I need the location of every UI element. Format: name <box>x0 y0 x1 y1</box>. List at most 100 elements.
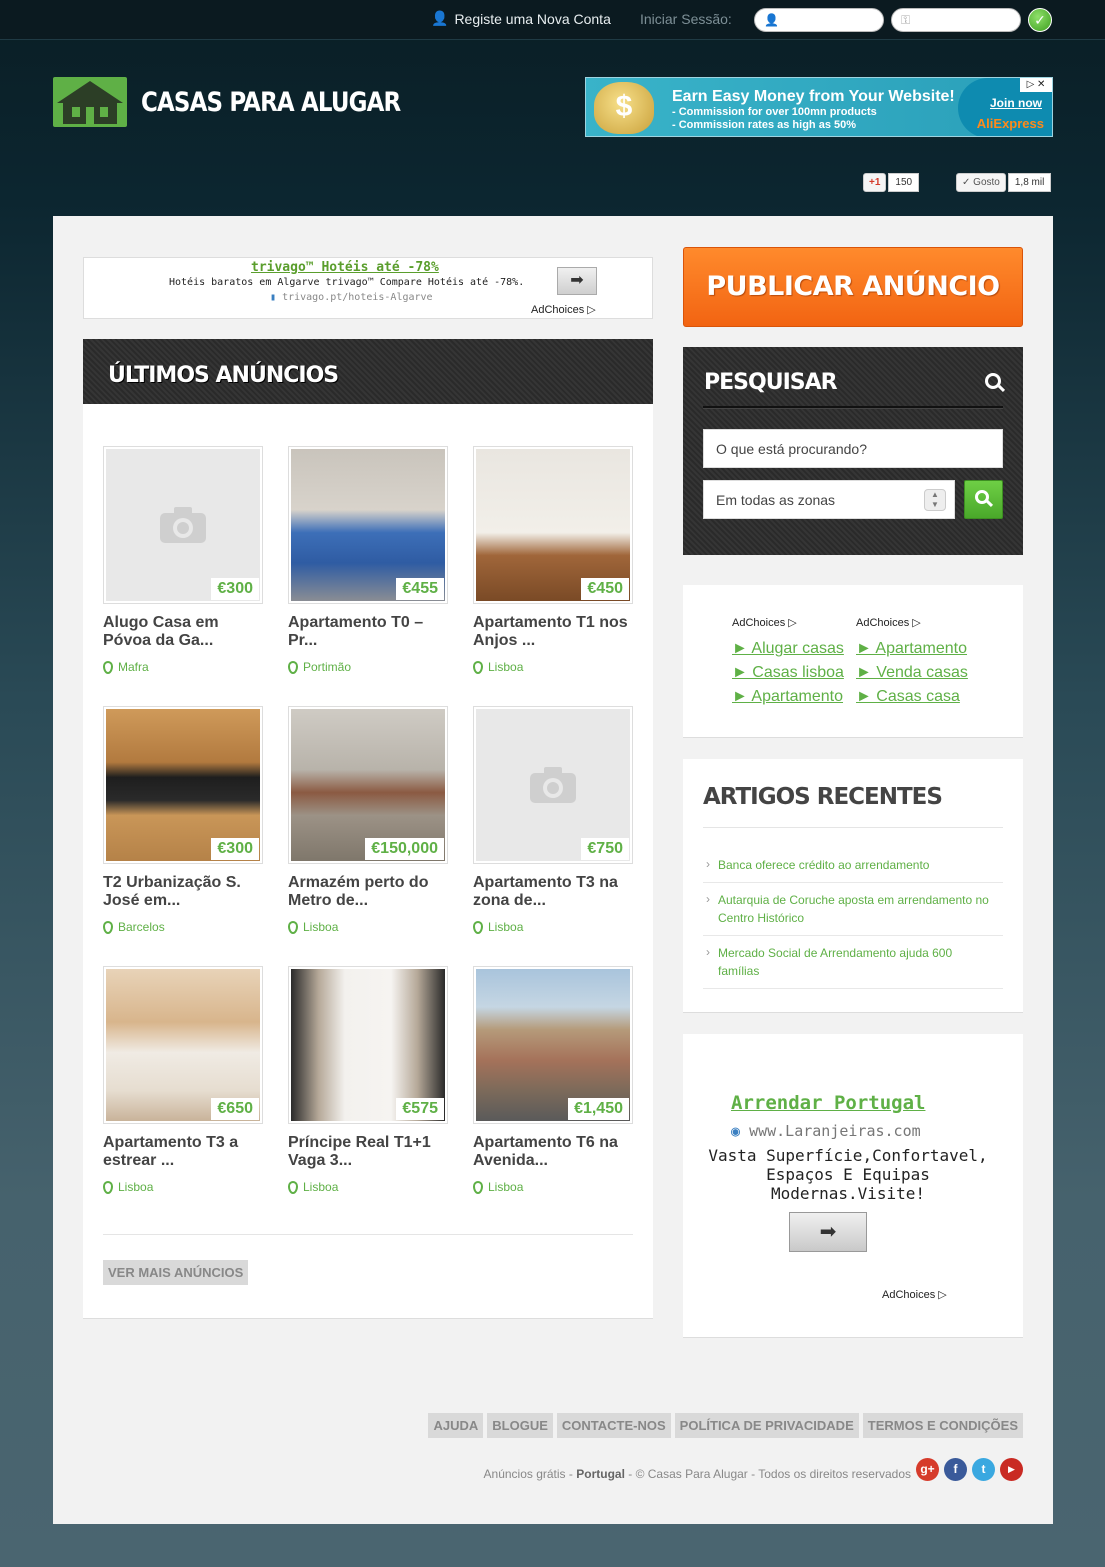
see-more-listings-button[interactable]: VER MAIS ANÚNCIOS <box>103 1260 249 1285</box>
map-pin-icon <box>473 920 483 934</box>
camera-icon <box>530 767 576 803</box>
login-submit-button[interactable]: ✓ <box>1028 8 1052 32</box>
listing-price: €150,000 <box>365 838 444 860</box>
arrow-right-icon[interactable]: ➡ <box>789 1212 867 1252</box>
password-field[interactable] <box>891 8 1021 32</box>
listing-card[interactable]: €750 Apartamento T3 na zona de... Lisboa <box>473 706 633 934</box>
listing-title[interactable]: Alugo Casa em Póvoa da Ga... <box>103 614 263 650</box>
site-logo[interactable]: CASAS PARA ALUGAR <box>53 77 446 127</box>
ad-link[interactable]: ► Alugar casas <box>732 637 844 661</box>
adchoices-label[interactable]: AdChoices ▷ <box>531 303 596 316</box>
map-pin-icon <box>288 660 298 674</box>
ad-title[interactable]: Arrendar Portugal <box>731 1092 925 1114</box>
camera-icon <box>160 507 206 543</box>
facebook-icon[interactable]: f <box>944 1458 967 1481</box>
publish-ad-button[interactable]: PUBLICAR ANÚNCIO <box>683 247 1023 327</box>
gplus-count: 150 <box>888 172 920 192</box>
listing-location[interactable]: Lisboa <box>103 1180 263 1194</box>
like-widget[interactable]: ✓ Gosto 1,8 mil <box>956 172 1052 192</box>
trivago-ad[interactable]: trivago™ Hotéis até -78% Hotéis baratos … <box>83 257 653 319</box>
listing-title[interactable]: Príncipe Real T1+1 Vaga 3... <box>288 1134 448 1170</box>
listing-location[interactable]: Lisboa <box>473 920 633 934</box>
footer-link-privacy[interactable]: POLÍTICA DE PRIVACIDADE <box>674 1413 859 1438</box>
listing-price: €1,450 <box>568 1098 629 1120</box>
footer-link-terms[interactable]: TERMOS E CONDIÇÕES <box>862 1413 1023 1438</box>
laranjeiras-ad[interactable]: Arrendar Portugal ◉ www.Laranjeiras.com … <box>683 1034 1023 1338</box>
listing-location[interactable]: Barcelos <box>103 920 263 934</box>
article-link[interactable]: Banca oferece crédito ao arrendamento <box>703 848 1003 883</box>
aliexpress-ad-banner[interactable]: $ Earn Easy Money from Your Website! - C… <box>585 77 1053 137</box>
join-now-link[interactable]: Join now <box>990 96 1042 110</box>
listing-title[interactable]: T2 Urbanização S. José em... <box>103 874 263 910</box>
footer-link-contact[interactable]: CONTACTE-NOS <box>556 1413 671 1438</box>
youtube-icon[interactable]: ▶ <box>1000 1458 1023 1481</box>
listing-title[interactable]: Apartamento T1 nos Anjos ... <box>473 614 633 650</box>
listing-card[interactable]: €650 Apartamento T3 a estrear ... Lisboa <box>103 966 263 1194</box>
article-link[interactable]: Autarquia de Coruche aposta em arrendame… <box>703 883 1003 936</box>
zone-select-value: Em todas as zonas <box>716 492 836 508</box>
footer-link-blog[interactable]: BLOGUE <box>487 1413 553 1438</box>
map-pin-icon <box>288 1180 298 1194</box>
listing-card[interactable]: €1,450 Apartamento T6 na Avenida... Lisb… <box>473 966 633 1194</box>
google-plus-icon[interactable]: g+ <box>916 1458 939 1481</box>
like-button[interactable]: ✓ Gosto <box>956 172 1006 192</box>
login-label: Iniciar Sessão: <box>640 11 732 27</box>
ad-line: - Commission for over 100mn products <box>672 106 877 118</box>
divider <box>703 827 1003 828</box>
main-content: trivago™ Hotéis até -78% Hotéis baratos … <box>53 216 1053 1524</box>
aliexpress-brand: AliExpress <box>976 116 1044 131</box>
listing-location[interactable]: Mafra <box>103 660 263 674</box>
map-pin-icon <box>103 920 113 934</box>
listing-title[interactable]: Apartamento T6 na Avenida... <box>473 1134 633 1170</box>
like-count: 1,8 mil <box>1007 172 1052 192</box>
footer-nav: AJUDA BLOGUE CONTACTE-NOS POLÍTICA DE PR… <box>428 1413 1023 1438</box>
listing-card[interactable]: €450 Apartamento T1 nos Anjos ... Lisboa <box>473 446 633 674</box>
listing-card[interactable]: €300 Alugo Casa em Póvoa da Ga... Mafra <box>103 446 263 674</box>
listing-card[interactable]: €575 Príncipe Real T1+1 Vaga 3... Lisboa <box>288 966 448 1194</box>
ad-title[interactable]: trivago™ Hotéis até -78% <box>251 260 439 275</box>
ad-close-icon[interactable]: ▷ ✕ <box>1020 78 1052 92</box>
listing-card[interactable]: €150,000 Armazém perto do Metro de... Li… <box>288 706 448 934</box>
map-pin-icon <box>103 660 113 674</box>
ad-url: ▮ trivago.pt/hoteis-Algarve <box>270 292 433 303</box>
article-link[interactable]: Mercado Social de Arrendamento ajuda 600… <box>703 936 1003 989</box>
listing-title[interactable]: Apartamento T3 na zona de... <box>473 874 633 910</box>
listing-title[interactable]: Armazém perto do Metro de... <box>288 874 448 910</box>
arrow-right-icon[interactable]: ➡ <box>557 267 597 295</box>
ad-link[interactable]: ► Casas casa <box>856 685 968 709</box>
listing-location[interactable]: Lisboa <box>473 660 633 674</box>
listing-price: €750 <box>581 838 629 860</box>
gplus-widget[interactable]: +1 150 <box>863 172 920 192</box>
listing-location[interactable]: Lisboa <box>473 1180 633 1194</box>
listings-heading: ÚLTIMOS ANÚNCIOS <box>83 339 653 404</box>
ad-link[interactable]: ► Venda casas <box>856 661 968 685</box>
search-input[interactable]: O que está procurando? <box>703 429 1003 468</box>
register-link[interactable]: 👤 Registe uma Nova Conta <box>431 10 611 27</box>
search-submit-button[interactable] <box>964 480 1003 519</box>
twitter-icon[interactable]: t <box>972 1458 995 1481</box>
ad-link[interactable]: ► Casas lisboa <box>732 661 844 685</box>
listing-location[interactable]: Lisboa <box>288 920 448 934</box>
ad-link[interactable]: ► Apartamento <box>856 637 968 661</box>
ad-link[interactable]: ► Apartamento <box>732 685 844 709</box>
map-pin-icon <box>288 920 298 934</box>
listing-location[interactable]: Lisboa <box>288 1180 448 1194</box>
zone-select[interactable]: Em todas as zonas ▲ ▼ <box>703 480 955 519</box>
gplus-button[interactable]: +1 <box>863 172 887 192</box>
listing-card[interactable]: €300 T2 Urbanização S. José em... Barcel… <box>103 706 263 934</box>
listing-location[interactable]: Portimão <box>288 660 448 674</box>
adchoices-label[interactable]: AdChoices ▷ <box>856 616 968 629</box>
listing-title[interactable]: Apartamento T0 – Pr... <box>288 614 448 650</box>
search-icon <box>985 373 1001 389</box>
search-title: PESQUISAR <box>704 370 838 395</box>
adchoices-label[interactable]: AdChoices ▷ <box>882 1288 947 1301</box>
search-icon <box>975 490 989 504</box>
listing-card[interactable]: €455 Apartamento T0 – Pr... Portimão <box>288 446 448 674</box>
listing-title[interactable]: Apartamento T3 a estrear ... <box>103 1134 263 1170</box>
footer-link-help[interactable]: AJUDA <box>428 1413 484 1438</box>
money-bag-icon: $ <box>594 82 654 134</box>
adchoices-label[interactable]: AdChoices ▷ <box>732 616 844 629</box>
listing-price: €300 <box>211 838 259 860</box>
copyright-text: Anúncios grátis - Portugal - © Casas Par… <box>483 1467 911 1481</box>
add-user-icon: 👤 <box>431 10 449 26</box>
